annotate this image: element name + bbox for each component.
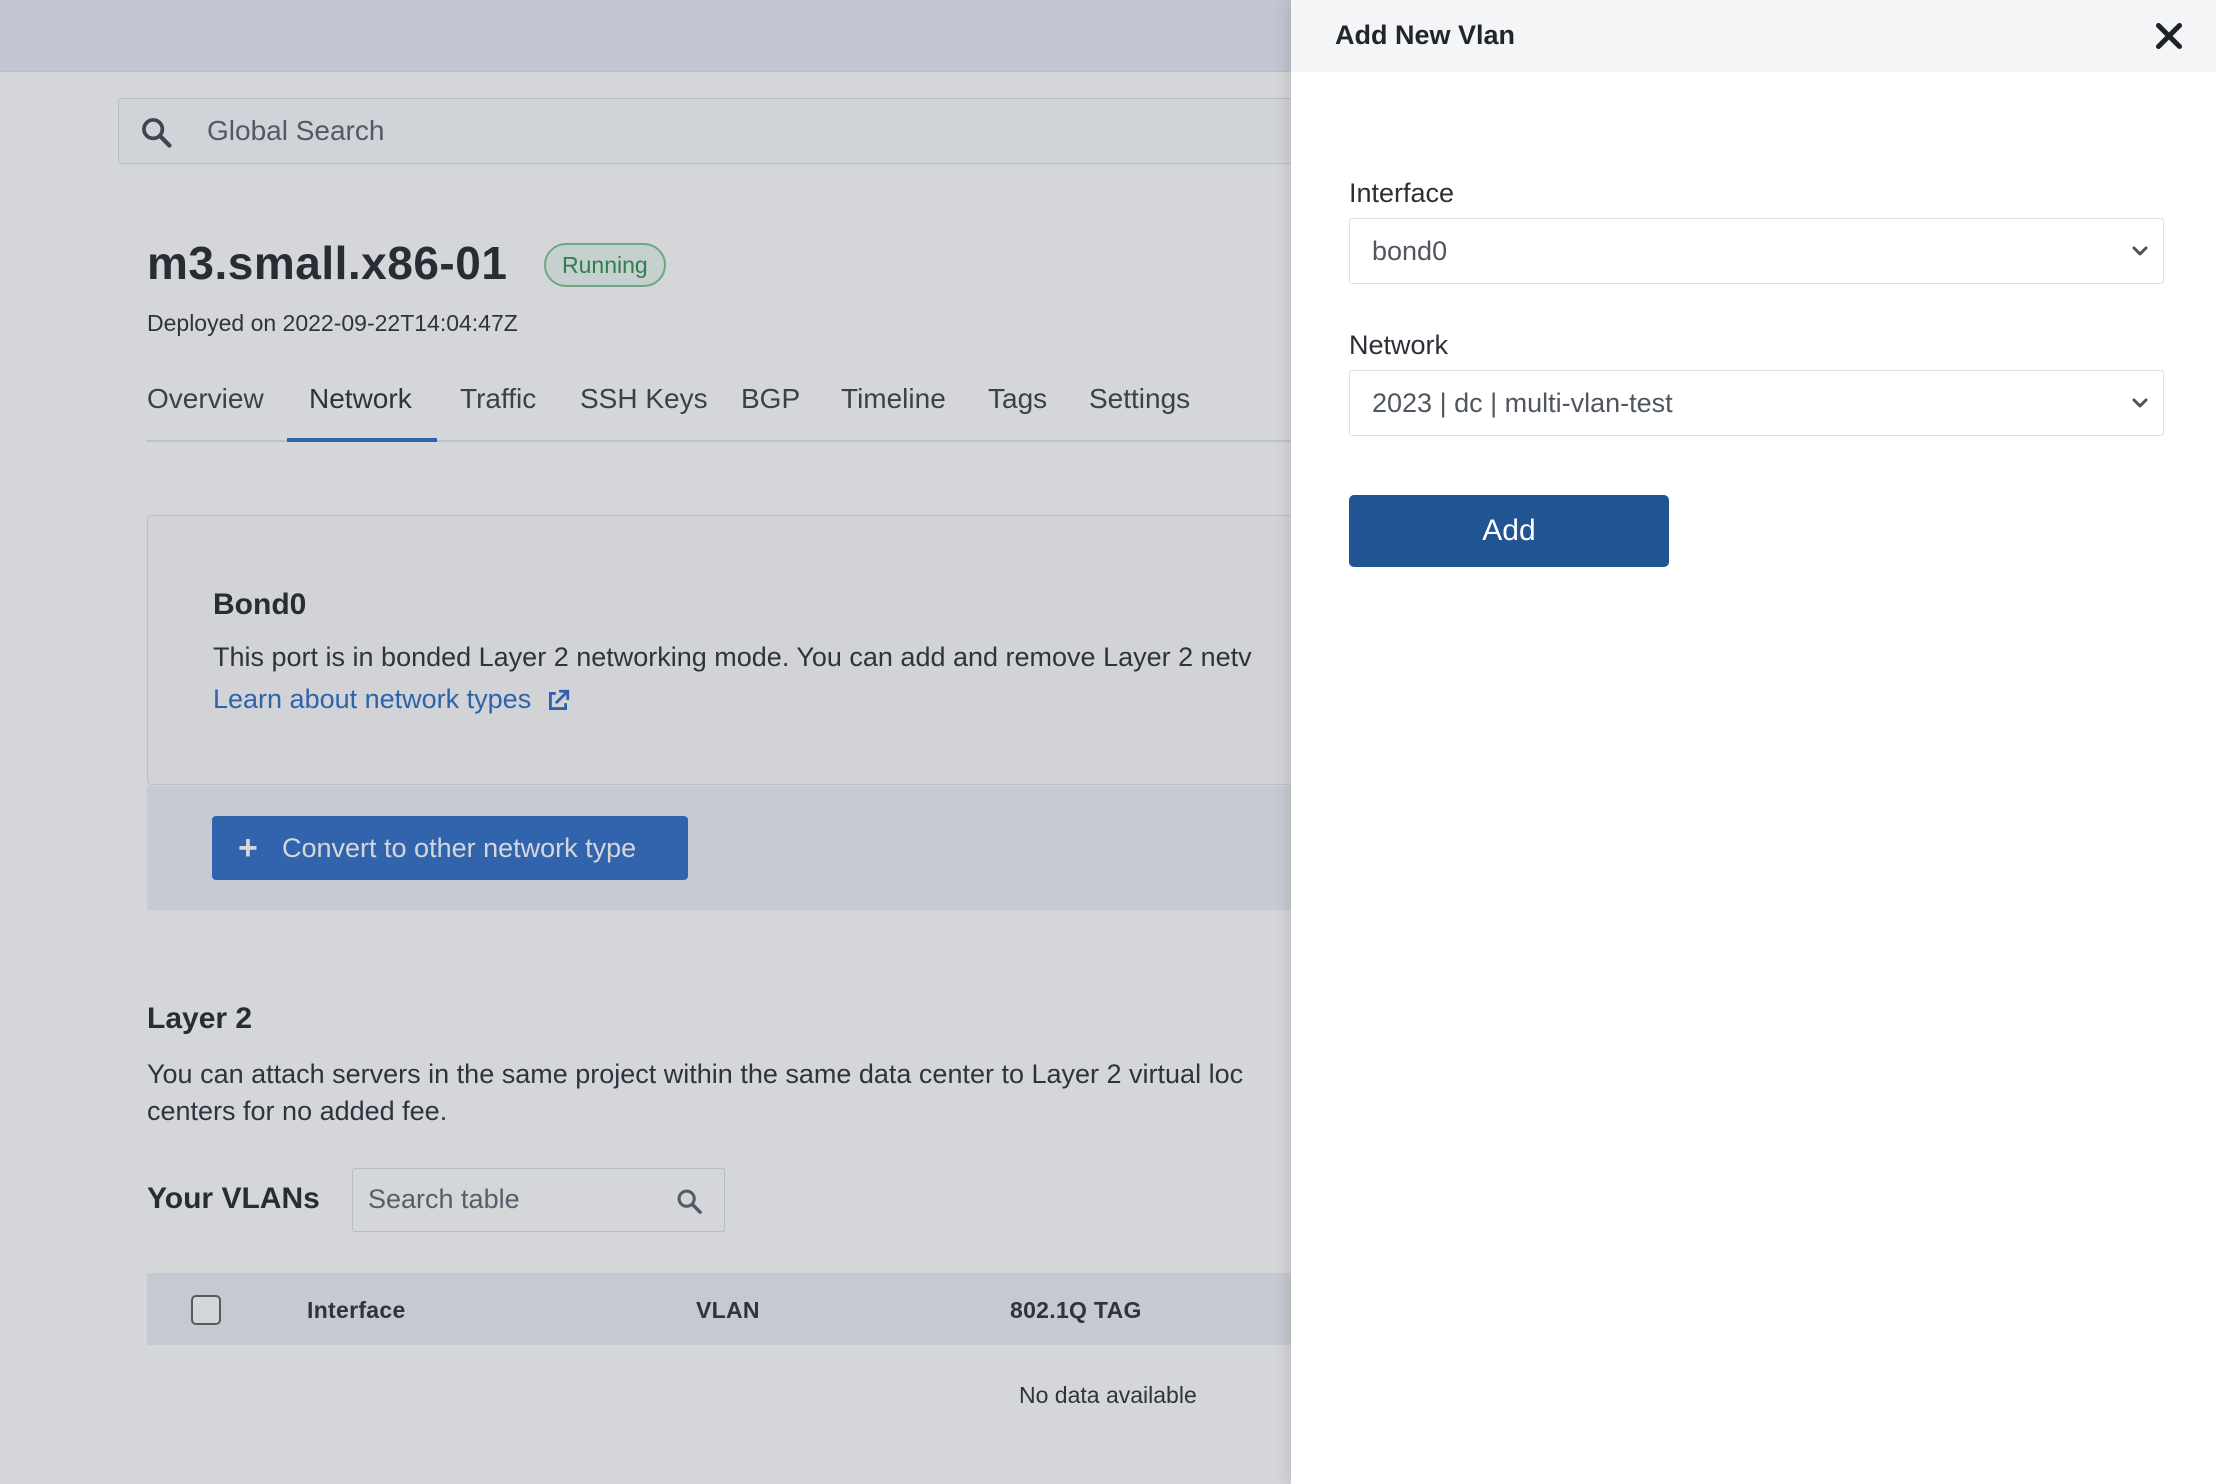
chevron-down-icon: [2132, 398, 2148, 408]
add-vlan-button[interactable]: Add: [1349, 495, 1669, 567]
interface-select[interactable]: bond0: [1349, 218, 2164, 284]
drawer-header: Add New Vlan: [1291, 0, 2216, 72]
chevron-down-icon: [2132, 246, 2148, 256]
add-vlan-drawer: Add New Vlan Interface bond0 Network 202…: [1291, 0, 2216, 1484]
close-icon[interactable]: [2151, 18, 2187, 54]
network-select[interactable]: 2023 | dc | multi-vlan-test: [1349, 370, 2164, 436]
network-label: Network: [1349, 330, 1449, 360]
drawer-title: Add New Vlan: [1335, 20, 1516, 50]
modal-overlay[interactable]: [0, 0, 1291, 1484]
network-value: 2023 | dc | multi-vlan-test: [1372, 388, 1673, 418]
interface-label: Interface: [1349, 178, 1455, 208]
interface-value: bond0: [1372, 236, 1448, 266]
